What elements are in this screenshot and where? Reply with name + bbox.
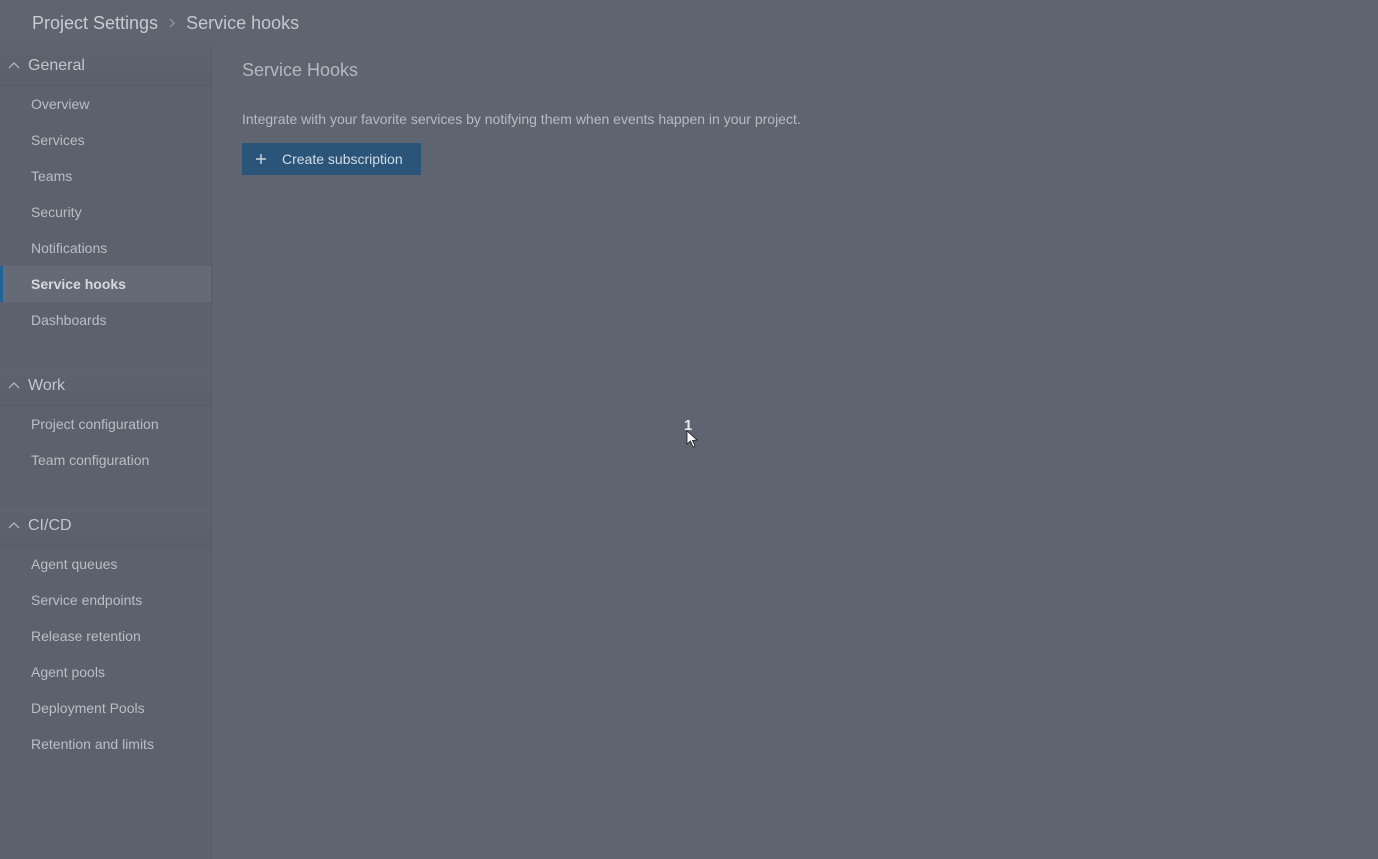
breadcrumb: Project Settings Service hooks	[0, 0, 1378, 46]
sidebar-item-label: Notifications	[31, 240, 107, 256]
sidebar: General Overview Services Teams Security…	[0, 46, 212, 859]
sidebar-item-team-configuration[interactable]: Team configuration	[0, 442, 211, 478]
sidebar-item-label: Overview	[31, 96, 89, 112]
sidebar-item-dashboards[interactable]: Dashboards	[0, 302, 211, 338]
breadcrumb-current: Service hooks	[186, 13, 299, 34]
sidebar-item-label: Retention and limits	[31, 736, 154, 752]
sidebar-item-label: Service endpoints	[31, 592, 142, 608]
sidebar-item-project-configuration[interactable]: Project configuration	[0, 406, 211, 442]
sidebar-item-label: Team configuration	[31, 452, 149, 468]
sidebar-item-retention-and-limits[interactable]: Retention and limits	[0, 726, 211, 762]
chevron-up-icon	[6, 58, 22, 74]
sidebar-item-services[interactable]: Services	[0, 122, 211, 158]
sidebar-item-deployment-pools[interactable]: Deployment Pools	[0, 690, 211, 726]
breadcrumb-root[interactable]: Project Settings	[32, 13, 158, 34]
plus-icon	[254, 152, 268, 166]
sidebar-item-agent-pools[interactable]: Agent pools	[0, 654, 211, 690]
sidebar-item-label: Agent queues	[31, 556, 117, 572]
create-subscription-label: Create subscription	[282, 151, 403, 167]
main-content: Service Hooks Integrate with your favori…	[212, 46, 1378, 859]
sidebar-item-label: Teams	[31, 168, 72, 184]
section-title: General	[28, 57, 85, 75]
sidebar-item-label: Services	[31, 132, 85, 148]
sidebar-item-teams[interactable]: Teams	[0, 158, 211, 194]
sidebar-item-security[interactable]: Security	[0, 194, 211, 230]
sidebar-item-label: Dashboards	[31, 312, 107, 328]
chevron-up-icon	[6, 518, 22, 534]
create-subscription-button[interactable]: Create subscription	[242, 143, 421, 175]
page-title: Service Hooks	[242, 60, 1358, 81]
sidebar-item-label: Security	[31, 204, 82, 220]
sidebar-item-label: Release retention	[31, 628, 141, 644]
sidebar-item-overview[interactable]: Overview	[0, 86, 211, 122]
sidebar-item-label: Agent pools	[31, 664, 105, 680]
page-description: Integrate with your favorite services by…	[242, 111, 1358, 127]
sidebar-item-release-retention[interactable]: Release retention	[0, 618, 211, 654]
section-title: CI/CD	[28, 517, 72, 535]
sidebar-item-notifications[interactable]: Notifications	[0, 230, 211, 266]
sidebar-item-service-hooks[interactable]: Service hooks	[0, 266, 211, 302]
sidebar-item-label: Service hooks	[31, 276, 126, 292]
section-header-cicd[interactable]: CI/CD	[0, 506, 211, 546]
section-header-general[interactable]: General	[0, 46, 211, 86]
sidebar-item-label: Project configuration	[31, 416, 159, 432]
sidebar-item-agent-queues[interactable]: Agent queues	[0, 546, 211, 582]
chevron-up-icon	[6, 378, 22, 394]
section-header-work[interactable]: Work	[0, 366, 211, 406]
section-title: Work	[28, 377, 65, 395]
sidebar-item-label: Deployment Pools	[31, 700, 145, 716]
sidebar-item-service-endpoints[interactable]: Service endpoints	[0, 582, 211, 618]
chevron-right-icon	[168, 15, 176, 31]
